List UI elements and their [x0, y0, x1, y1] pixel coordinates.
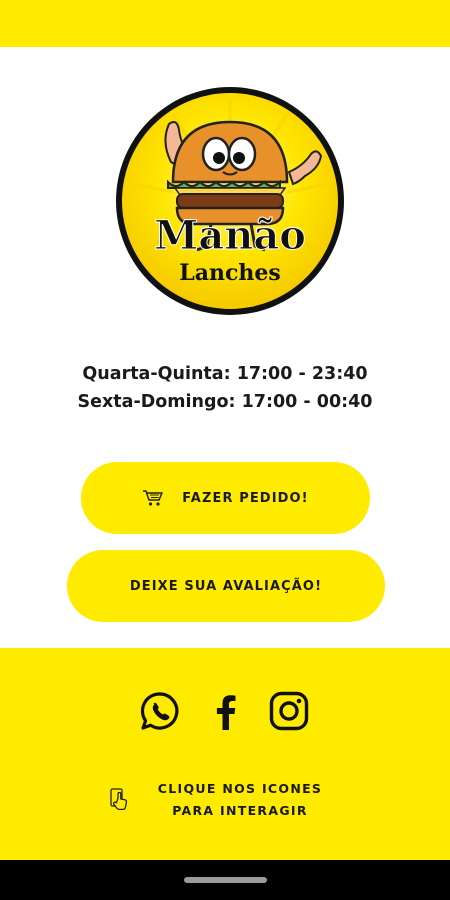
logo-brand-subtitle: Lanches	[179, 260, 281, 286]
review-button-label: DEIXE SUA AVALIAÇÃO!	[129, 578, 323, 594]
facebook-icon[interactable]	[205, 690, 247, 732]
hours-line: Sexta-Domingo: 17:00 - 00:40	[77, 392, 373, 412]
interaction-hint: CLIQUE NOS ICONES PARA INTERAGIR	[140, 778, 340, 822]
home-gesture-handle[interactable]	[184, 877, 267, 883]
burger-mascot-logo: Manão Lanches	[116, 87, 344, 315]
cart-icon	[142, 489, 164, 507]
hint-line: CLIQUE NOS ICONES	[157, 781, 323, 796]
tap-hand-icon	[109, 788, 131, 812]
review-button[interactable]: DEIXE SUA AVALIAÇÃO!	[67, 550, 385, 622]
logo-brand-name: Manão	[154, 212, 306, 259]
order-button[interactable]: FAZER PEDIDO!	[81, 462, 370, 534]
top-header-bar	[0, 0, 450, 47]
brand-logo: Manão Lanches	[113, 84, 347, 318]
order-button-label: FAZER PEDIDO!	[182, 490, 309, 506]
hint-line: PARA INTERAGIR	[172, 803, 308, 818]
hours-line: Quarta-Quinta: 17:00 - 23:40	[82, 364, 368, 384]
instagram-icon[interactable]	[268, 690, 310, 732]
footer-panel: CLIQUE NOS ICONES PARA INTERAGIR	[0, 648, 450, 860]
opening-hours: Quarta-Quinta: 17:00 - 23:40 Sexta-Domin…	[0, 360, 450, 416]
whatsapp-icon[interactable]	[139, 690, 181, 732]
system-navigation-bar	[0, 860, 450, 900]
